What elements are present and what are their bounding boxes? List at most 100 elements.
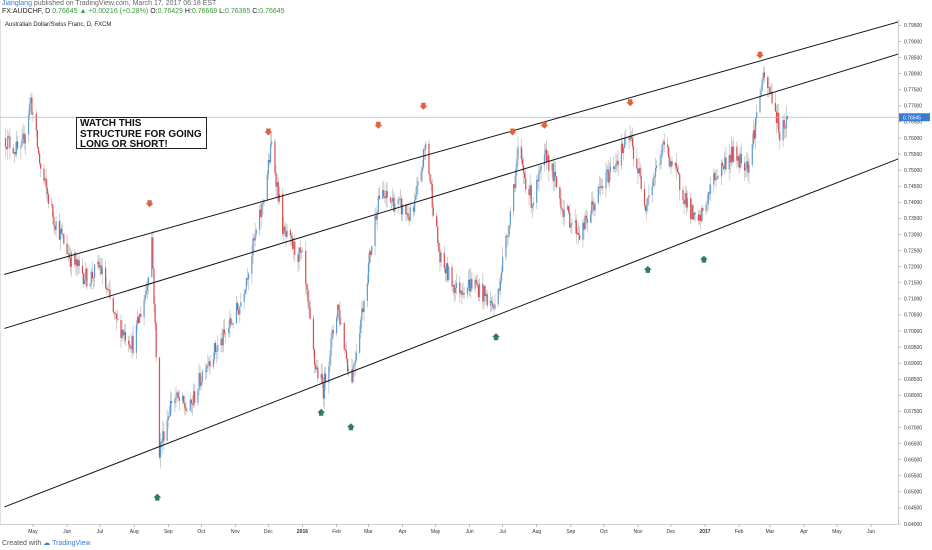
candle-body [505, 235, 507, 257]
candle-body [208, 361, 210, 365]
candle-body [184, 402, 186, 409]
arrow-down-icon [626, 99, 635, 107]
time-tick-label: Nov [633, 529, 642, 535]
candle-body [90, 271, 92, 284]
candle-body [348, 369, 350, 372]
candle-body [459, 282, 461, 294]
candle-body [422, 149, 425, 168]
candle-body [700, 214, 702, 222]
candle-body [308, 301, 310, 308]
tradingview-brand[interactable]: TradingView [52, 540, 91, 547]
candle-body [67, 253, 69, 255]
candle-body [191, 403, 194, 405]
candle-body [297, 254, 299, 262]
candle-body [262, 203, 264, 205]
time-tick-label: Jul [499, 529, 505, 535]
candle-body [107, 289, 109, 291]
candle-body [416, 185, 418, 196]
candle-body [415, 195, 417, 201]
candle-body [43, 168, 45, 181]
candle-body [628, 137, 630, 141]
candle-body [548, 155, 550, 171]
candle-body [615, 163, 617, 168]
candle-body [253, 238, 255, 241]
candle-body [98, 261, 100, 268]
candle-body [361, 308, 363, 320]
candle-body [131, 335, 133, 349]
price-tick-label: 0.78000 [904, 71, 922, 77]
candle-body [113, 312, 115, 314]
candle-body [685, 192, 687, 208]
candle-body [35, 113, 37, 131]
price-tick-label: 0.66000 [904, 457, 922, 463]
candle-body [776, 112, 779, 124]
candle-body [785, 116, 787, 128]
candle-body [786, 116, 789, 120]
candle-body [438, 242, 440, 252]
candle-body [516, 159, 518, 170]
candle-body [278, 193, 280, 202]
candlestick-chart[interactable]: 0.79500 0.79000 0.78500 0.78000 0.77500 0.770… [0, 0, 932, 550]
candle-body [315, 364, 317, 370]
candle-body [399, 198, 401, 200]
candle-body [439, 251, 441, 263]
annotation-text-box[interactable]: WATCH THIS STRUCTURE FOR GOING LONG OR S… [76, 117, 207, 150]
candle-body [514, 184, 516, 188]
candle-body [709, 184, 712, 194]
candle-body [568, 206, 570, 213]
price-tick-label: 0.64000 [904, 522, 922, 528]
candle-body [408, 217, 410, 221]
candle-body [739, 153, 741, 168]
candle-body [47, 194, 49, 204]
candle-body [377, 195, 379, 213]
candle-body [731, 146, 734, 162]
candle-body [243, 293, 245, 303]
price-tick-label: 0.72000 [904, 264, 922, 270]
candle-body [51, 203, 53, 205]
candle-body [12, 147, 14, 154]
candle-body [670, 161, 672, 167]
candle-body [306, 284, 308, 290]
candle-body [38, 153, 41, 164]
candle-body [383, 190, 385, 197]
candle-body [374, 215, 376, 246]
candle-body [721, 162, 724, 166]
time-tick-label: May [431, 529, 441, 535]
candle-body [528, 189, 530, 196]
candle-body [169, 401, 172, 416]
candle-body [91, 271, 93, 279]
candle-body [579, 234, 581, 240]
candle-body [176, 392, 178, 398]
candle-body [609, 166, 612, 173]
time-tick-label: Jun [867, 529, 875, 535]
candle-body [323, 373, 326, 399]
candle-body [707, 192, 709, 205]
candle-body [602, 186, 604, 189]
candle-body [715, 179, 717, 181]
candle-body [444, 268, 447, 274]
candle-body [544, 149, 547, 154]
candle-body [529, 185, 531, 196]
candle-body [322, 383, 324, 399]
candle-body [366, 283, 368, 301]
candle-body [392, 197, 394, 202]
time-tick-label: Jul [97, 529, 103, 535]
candle-body [285, 231, 287, 237]
price-tick-label: 0.73500 [904, 216, 922, 222]
candle-body [583, 222, 585, 230]
candle-body [500, 271, 503, 281]
candle-body [121, 329, 123, 338]
candle-body [638, 168, 640, 174]
candle-body [86, 268, 88, 287]
candle-body [553, 171, 555, 182]
candle-body [153, 268, 155, 305]
candle-body [37, 147, 40, 154]
candle-body [200, 381, 202, 386]
candle-body [485, 294, 487, 297]
candle-body [183, 395, 185, 403]
candle-body [359, 333, 361, 353]
candle-body [382, 190, 384, 199]
candle-body [174, 399, 176, 404]
candle-body [84, 280, 86, 284]
candle-body [652, 178, 654, 187]
